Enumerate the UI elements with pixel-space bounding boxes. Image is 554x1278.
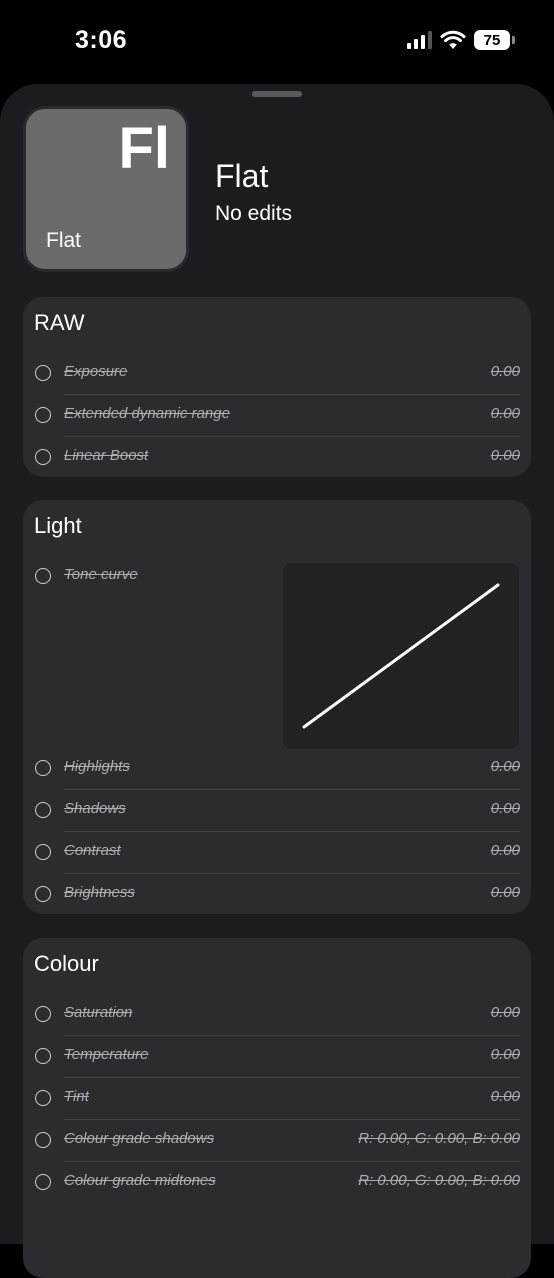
preset-tile[interactable]: Fl Flat [23, 106, 189, 272]
battery-level: 75 [483, 31, 501, 49]
radio-button[interactable] [35, 844, 51, 860]
row-value: 0.00 [490, 800, 520, 817]
row-value: 0.00 [490, 884, 520, 901]
row-label: Tone curve [64, 566, 138, 583]
battery-icon: 75 [474, 30, 515, 50]
status-icons: 75 [407, 30, 515, 50]
radio-button[interactable] [35, 365, 51, 381]
tone-curve-line [302, 583, 500, 729]
row-value: 0.00 [490, 405, 520, 422]
colour-section-title: Colour [34, 951, 99, 976]
row-label: Highlights [64, 758, 130, 775]
radio-button[interactable] [35, 1048, 51, 1064]
edits-sheet: Fl Flat Flat No edits RAW Exposure 0.00 … [0, 84, 554, 1278]
row-shadows[interactable]: Shadows 0.00 [34, 790, 520, 832]
row-value: 0.00 [490, 842, 520, 859]
preset-tile-name: Flat [46, 229, 82, 252]
row-value: 0.00 [490, 1046, 520, 1063]
radio-button[interactable] [35, 407, 51, 423]
row-exposure[interactable]: Exposure 0.00 [34, 353, 520, 395]
row-label: Saturation [64, 1004, 133, 1021]
preset-title: Flat [215, 158, 269, 194]
row-value: R: 0.00, G: 0.00, B: 0.00 [358, 1130, 520, 1147]
sheet-grabber[interactable] [252, 91, 302, 97]
radio-button[interactable] [35, 802, 51, 818]
row-value: R: 0.00, G: 0.00, B: 0.00 [358, 1172, 520, 1189]
radio-button[interactable] [35, 1132, 51, 1148]
status-time: 3:06 [75, 26, 128, 54]
row-value: 0.00 [490, 447, 520, 464]
row-contrast[interactable]: Contrast 0.00 [34, 832, 520, 874]
row-label: Colour grade shadows [64, 1130, 215, 1147]
radio-button[interactable] [35, 1174, 51, 1190]
light-section-title: Light [34, 513, 82, 538]
row-highlights[interactable]: Highlights 0.00 [34, 748, 520, 790]
row-value: 0.00 [490, 758, 520, 775]
raw-section-title: RAW [34, 310, 85, 335]
row-value: 0.00 [490, 363, 520, 380]
colour-section: Colour Saturation 0.00 Temperature 0.00 … [23, 938, 531, 1278]
row-value: 0.00 [490, 1004, 520, 1021]
row-colour-grade-shadows[interactable]: Colour grade shadows R: 0.00, G: 0.00, B… [34, 1120, 520, 1162]
row-label: Shadows [64, 800, 126, 817]
radio-button[interactable] [35, 1006, 51, 1022]
row-label: Colour grade midtones [64, 1172, 216, 1189]
light-section: Light Tone curve Highlights 0.00 Shadows… [23, 500, 531, 914]
row-label: Contrast [64, 842, 121, 859]
raw-section: RAW Exposure 0.00 Extended dynamic range… [23, 297, 531, 477]
signal-icon [407, 31, 432, 49]
row-brightness[interactable]: Brightness 0.00 [34, 874, 520, 916]
radio-button[interactable] [35, 1090, 51, 1106]
row-label: Extended dynamic range [64, 405, 230, 422]
row-saturation[interactable]: Saturation 0.00 [34, 994, 520, 1036]
row-extended-dynamic-range[interactable]: Extended dynamic range 0.00 [34, 395, 520, 437]
radio-button[interactable] [35, 760, 51, 776]
row-value: 0.00 [490, 1088, 520, 1105]
wifi-icon [440, 30, 466, 49]
row-tint[interactable]: Tint 0.00 [34, 1078, 520, 1120]
row-colour-grade-midtones[interactable]: Colour grade midtones R: 0.00, G: 0.00, … [34, 1162, 520, 1204]
row-linear-boost[interactable]: Linear Boost 0.00 [34, 437, 520, 479]
row-label: Exposure [64, 363, 128, 380]
row-label: Linear Boost [64, 447, 149, 464]
row-label: Brightness [64, 884, 135, 901]
preset-subtitle: No edits [215, 202, 293, 225]
tone-curve-preview[interactable] [283, 563, 519, 749]
radio-button[interactable] [35, 886, 51, 902]
row-label: Temperature [64, 1046, 149, 1063]
row-temperature[interactable]: Temperature 0.00 [34, 1036, 520, 1078]
row-label: Tint [64, 1088, 89, 1105]
tone-curve-graph [302, 583, 500, 729]
preset-tile-symbol: Fl [118, 116, 170, 181]
status-bar: 3:06 75 [0, 0, 554, 84]
radio-button[interactable] [35, 568, 51, 584]
radio-button[interactable] [35, 449, 51, 465]
